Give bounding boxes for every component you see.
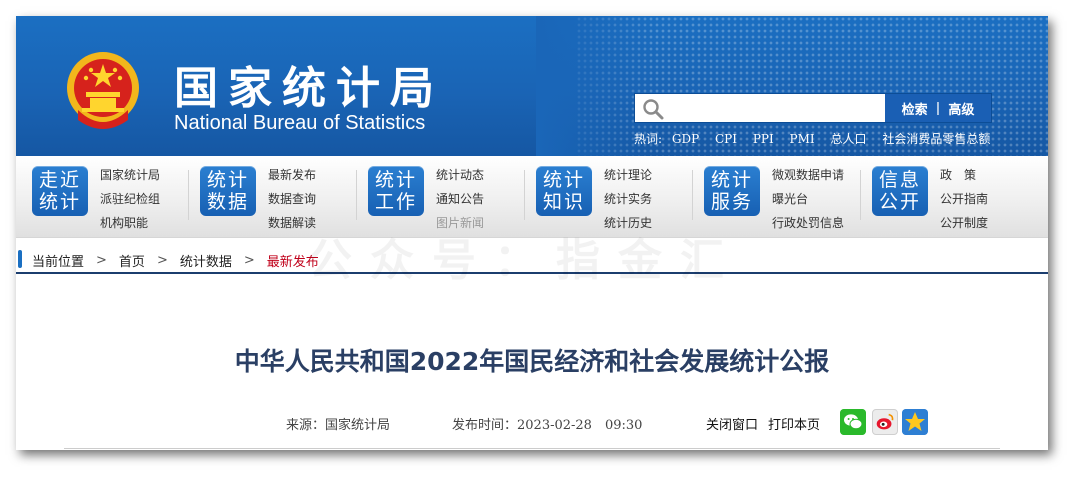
nav-link[interactable]: 机构职能 (100, 211, 160, 235)
search-input[interactable] (667, 96, 899, 120)
nav-link[interactable]: 通知公告 (436, 187, 484, 211)
nav-link[interactable]: 国家统计局 (100, 163, 160, 187)
nav-link[interactable]: 数据解读 (268, 211, 316, 235)
nav-link[interactable]: 统计理论 (604, 163, 652, 187)
breadcrumb-marker (18, 250, 22, 268)
breadcrumb-current-link[interactable]: 最新发布 (267, 251, 319, 270)
main-nav: 走近 统计 国家统计局 派驻纪检组 机构职能 统计 数据 最新发布 数据查询 数… (16, 156, 1048, 238)
search-button-group: 检索 | 高级 (885, 94, 991, 122)
nav-divider (356, 170, 357, 220)
close-window-button[interactable]: 关闭窗口 (706, 414, 758, 433)
nav-link[interactable]: 统计历史 (604, 211, 652, 235)
search-separator: | (935, 100, 941, 116)
hot-words-label: 热词: (634, 132, 663, 146)
nav-link[interactable]: 图片新闻 (436, 211, 484, 235)
nav-link[interactable]: 曝光台 (772, 187, 844, 211)
hot-word-link[interactable]: PMI (790, 132, 815, 146)
nav-links: 统计动态 通知公告 图片新闻 (436, 163, 484, 235)
article-source: 来源：国家统计局 (286, 418, 391, 433)
page-frame: 国家统计局 National Bureau of Statistics 检索 |… (16, 16, 1048, 450)
breadcrumb-data-link[interactable]: 统计数据 (180, 251, 232, 270)
divider (64, 448, 1000, 449)
article-publish-time: 发布时间：2023-02-28 09:30 (452, 418, 643, 433)
hot-word-link[interactable]: GDP (672, 132, 699, 146)
wechat-share-icon[interactable] (840, 409, 866, 435)
nav-link[interactable]: 微观数据申请 (772, 163, 844, 187)
nav-links: 微观数据申请 曝光台 行政处罚信息 (772, 163, 844, 235)
hot-word-link[interactable]: 社会消费品零售总额 (882, 132, 990, 146)
nav-links: 国家统计局 派驻纪检组 机构职能 (100, 163, 160, 235)
hot-words: 热词: GDP CPI PPI PMI 总人口 社会消费品零售总额 (634, 130, 1002, 147)
nav-badge-service[interactable]: 统计 服务 (704, 166, 760, 216)
nav-link[interactable]: 最新发布 (268, 163, 316, 187)
hot-word-link[interactable]: 总人口 (830, 132, 866, 146)
advanced-search-button[interactable]: 高级 (948, 99, 974, 118)
nav-divider (188, 170, 189, 220)
hot-word-link[interactable]: PPI (753, 132, 774, 146)
nav-links: 统计理论 统计实务 统计历史 (604, 163, 652, 235)
breadcrumb-chevron-icon: > (243, 253, 255, 268)
nav-link[interactable]: 统计动态 (436, 163, 484, 187)
breadcrumb-label: 当前位置 (32, 255, 85, 270)
nav-badge-work[interactable]: 统计 工作 (368, 166, 424, 216)
print-page-button[interactable]: 打印本页 (768, 414, 820, 433)
nav-link[interactable]: 政 策 (940, 163, 988, 187)
site-header: 国家统计局 National Bureau of Statistics 检索 |… (16, 16, 1048, 156)
search-button[interactable]: 检索 (902, 99, 928, 118)
nav-link[interactable]: 公开制度 (940, 211, 988, 235)
nav-badge-disclosure[interactable]: 信息 公开 (872, 166, 928, 216)
nav-link[interactable]: 数据查询 (268, 187, 316, 211)
qzone-share-icon[interactable] (902, 409, 928, 435)
nav-link[interactable]: 行政处罚信息 (772, 211, 844, 235)
nav-badge-knowledge[interactable]: 统计 知识 (536, 166, 592, 216)
national-emblem-icon (67, 52, 139, 129)
nav-badge-data[interactable]: 统计 数据 (200, 166, 256, 216)
site-title-en: National Bureau of Statistics (174, 112, 426, 134)
nav-badge-about[interactable]: 走近 统计 (32, 166, 88, 216)
breadcrumb-chevron-icon: > (96, 253, 107, 268)
article-meta: 来源：国家统计局 发布时间：2023-02-28 09:30 关闭窗口 打印本页 (16, 409, 1048, 436)
nav-divider (860, 170, 861, 220)
article-title: 中华人民共和国2022年国民经济和社会发展统计公报 (234, 347, 830, 376)
site-title-cn: 国家统计局 (174, 63, 444, 114)
hot-word-link[interactable]: CPI (715, 132, 737, 146)
breadcrumb-chevron-icon: > (156, 253, 168, 268)
search-box: 检索 | 高级 (634, 93, 992, 123)
search-icon (643, 99, 664, 120)
nav-links: 最新发布 数据查询 数据解读 (268, 163, 316, 235)
nav-divider (524, 170, 525, 220)
breadcrumb-home-link[interactable]: 首页 (119, 251, 145, 270)
nav-links: 政 策 公开指南 公开制度 (940, 163, 988, 235)
nav-link[interactable]: 派驻纪检组 (100, 187, 160, 211)
breadcrumb: 当前位置 > 首页 > 统计数据 > 最新发布 (16, 238, 1048, 274)
weibo-share-icon[interactable] (872, 409, 898, 435)
nav-divider (692, 170, 693, 220)
nav-link[interactable]: 公开指南 (940, 187, 988, 211)
nav-link[interactable]: 统计实务 (604, 187, 652, 211)
